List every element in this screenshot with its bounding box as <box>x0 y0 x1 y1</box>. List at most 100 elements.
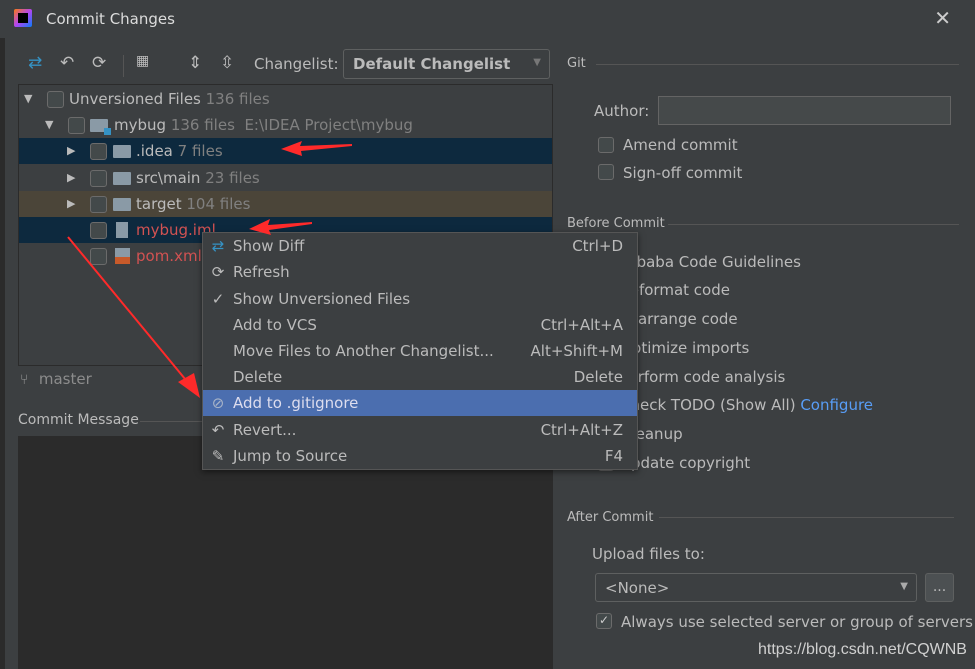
refresh-icon: ⟳ <box>211 263 225 281</box>
node-label: Unversioned Files <box>69 90 201 108</box>
menu-item-move-files[interactable]: Move Files to Another Changelist... Alt+S… <box>203 338 637 364</box>
node-label: pom.xml <box>136 247 202 265</box>
before-commit-section-title: Before Commit <box>567 216 665 231</box>
refresh-icon[interactable]: ⟳ <box>92 53 106 73</box>
check-todo-label: Check TODO (Show All) <box>620 396 796 414</box>
rollback-icon[interactable]: ↶ <box>60 53 74 73</box>
menu-item-shortcut: Ctrl+D <box>572 237 623 255</box>
expand-arrow-icon[interactable]: ▶ <box>67 191 75 217</box>
menu-item-label: Jump to Source <box>233 447 348 465</box>
branch-indicator[interactable]: ⑂ master <box>20 370 92 388</box>
menu-item-add-to-vcs[interactable]: Add to VCS Ctrl+Alt+A <box>203 312 637 338</box>
commit-message-input[interactable] <box>18 436 553 669</box>
menu-item-shortcut: Alt+Shift+M <box>530 342 623 360</box>
menu-item-shortcut: Ctrl+Alt+A <box>540 316 623 334</box>
menu-item-refresh[interactable]: ⟳ Refresh <box>203 259 637 285</box>
expand-arrow-icon[interactable]: ▶ <box>67 138 75 164</box>
checkbox[interactable] <box>90 170 107 187</box>
gitignore-icon: ⊘ <box>211 394 225 412</box>
menu-item-shortcut: Delete <box>573 368 623 386</box>
branch-name: master <box>38 370 92 388</box>
upload-server-dropdown[interactable]: <None> ▼ <box>595 573 917 602</box>
tree-node-project[interactable]: ▼ mybug 136 files E:\IDEA Project\mybug <box>19 112 552 138</box>
author-input[interactable] <box>658 96 951 125</box>
menu-item-jump-to-source[interactable]: ✎ Jump to Source F4 <box>203 443 637 469</box>
menu-item-label: Refresh <box>233 263 290 281</box>
divider <box>659 517 954 518</box>
amend-commit-label: Amend commit <box>623 136 738 154</box>
menu-item-delete[interactable]: Delete Delete <box>203 364 637 390</box>
node-label: .idea <box>136 142 173 160</box>
browse-servers-button[interactable]: ... <box>925 573 954 602</box>
tree-node-src-main[interactable]: ▶ src\main 23 files <box>19 165 552 191</box>
commit-message-label: Commit Message <box>18 412 139 428</box>
node-path: E:\IDEA Project\mybug <box>244 116 413 134</box>
collapse-all-icon[interactable]: ⇳ <box>220 53 234 73</box>
context-menu: ⇄ Show Diff Ctrl+D ⟳ Refresh ✓ Show Unversio… <box>202 232 638 470</box>
always-use-label: Always use selected server or group of s… <box>621 613 973 631</box>
expand-all-icon[interactable]: ⇕ <box>188 53 202 73</box>
expand-arrow-icon[interactable]: ▼ <box>45 112 53 138</box>
folder-icon <box>113 172 131 185</box>
folder-icon <box>113 145 131 158</box>
checkbox[interactable] <box>90 196 107 213</box>
checkbox[interactable] <box>47 91 64 108</box>
tree-node-target[interactable]: ▶ target 104 files <box>19 191 552 217</box>
always-use-checkbox[interactable]: ✓ <box>596 613 612 629</box>
checkbox[interactable] <box>90 143 107 160</box>
revert-icon: ↶ <box>211 421 225 439</box>
check-icon: ✓ <box>211 290 225 308</box>
menu-item-show-diff[interactable]: ⇄ Show Diff Ctrl+D <box>203 233 637 259</box>
checkbox[interactable] <box>90 248 107 265</box>
tree-node-unversioned[interactable]: ▼ Unversioned Files 136 files <box>19 86 552 112</box>
changelist-dropdown[interactable]: Default Changelist ▼ <box>343 49 550 79</box>
signoff-commit-checkbox[interactable] <box>598 164 614 180</box>
xml-file-icon <box>115 248 130 264</box>
chevron-down-icon: ▼ <box>900 581 908 592</box>
node-label: target <box>136 195 182 213</box>
menu-item-label: Revert... <box>233 421 297 439</box>
node-count: 104 files <box>186 195 251 213</box>
upload-server-value: <None> <box>605 579 670 597</box>
menu-item-label: Delete <box>233 368 283 386</box>
intellij-logo-icon <box>14 9 32 27</box>
iml-file-icon <box>116 222 128 238</box>
divider <box>596 64 959 65</box>
configure-link[interactable]: Configure <box>800 396 873 414</box>
menu-item-shortcut: Ctrl+Alt+Z <box>540 421 623 439</box>
toolbar-divider <box>123 55 124 77</box>
watermark: https://blog.csdn.net/CQWNB <box>758 641 967 658</box>
author-label: Author: <box>594 102 650 120</box>
update-copyright-label: Update copyright <box>620 454 751 472</box>
tree-node-idea[interactable]: ▶ .idea 7 files <box>19 138 552 164</box>
node-count: 7 files <box>177 142 223 160</box>
menu-item-label: Show Unversioned Files <box>233 290 411 308</box>
menu-item-label: Show Diff <box>233 237 305 255</box>
divider <box>668 224 959 225</box>
group-by-icon[interactable]: ▦ <box>136 53 149 69</box>
checkbox[interactable] <box>90 222 107 239</box>
node-count: 136 files <box>205 90 270 108</box>
menu-item-add-to-gitignore[interactable]: ⊘ Add to .gitignore <box>203 390 637 416</box>
expand-arrow-icon[interactable]: ▶ <box>67 165 75 191</box>
changelist-label: Changelist: <box>254 55 339 73</box>
module-folder-icon <box>90 119 111 135</box>
alibaba-guidelines-label: Alibaba Code Guidelines <box>618 253 801 271</box>
checkbox[interactable] <box>68 117 85 134</box>
diff-icon: ⇄ <box>211 237 225 255</box>
optimize-imports-label: Optimize imports <box>620 339 750 357</box>
menu-item-show-unversioned[interactable]: ✓ Show Unversioned Files <box>203 286 637 312</box>
expand-arrow-icon[interactable]: ▼ <box>24 86 32 112</box>
signoff-commit-label: Sign-off commit <box>623 164 743 182</box>
menu-item-label: Move Files to Another Changelist... <box>233 342 494 360</box>
menu-item-label: Add to VCS <box>233 316 317 334</box>
menu-item-revert[interactable]: ↶ Revert... Ctrl+Alt+Z <box>203 417 637 443</box>
chevron-down-icon: ▼ <box>533 57 541 68</box>
upload-files-label: Upload files to: <box>592 545 705 563</box>
show-diff-icon[interactable]: ⇄ <box>28 53 42 73</box>
folder-icon <box>113 198 131 211</box>
amend-commit-checkbox[interactable] <box>598 137 614 153</box>
node-count: 23 files <box>205 169 260 187</box>
menu-item-shortcut: F4 <box>604 447 623 465</box>
close-icon[interactable]: ✕ <box>934 6 951 30</box>
